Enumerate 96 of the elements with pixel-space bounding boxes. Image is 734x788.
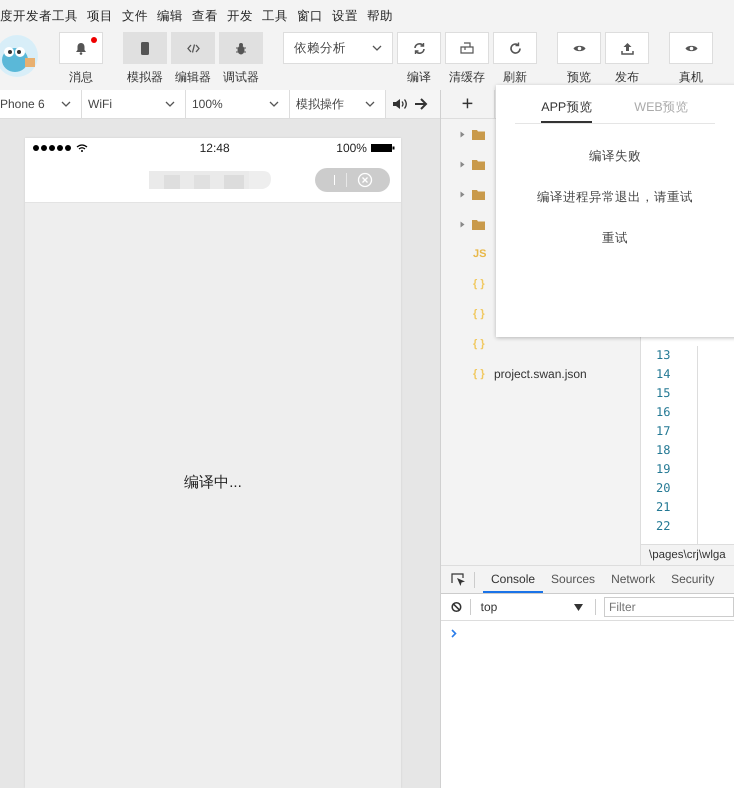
filter-field[interactable]: Filter [604,597,734,617]
preview-tab[interactable]: APP预览 [541,95,592,123]
expand-arrow-icon[interactable] [460,130,465,138]
line-number: 17 [656,423,672,440]
menu-item[interactable]: 项目 [87,8,113,24]
toolbar-button[interactable] [219,32,263,64]
file-path: \pages\crj\wlga [641,544,734,565]
toolbar-label: 消息 [69,69,93,86]
select-dropdown[interactable]: Phone 6 [0,90,82,118]
menu-item[interactable]: 文件 [122,8,148,24]
prompt-icon [451,629,457,638]
file-name[interactable]: project.swan.json [494,367,587,381]
devtools-tab[interactable]: Network [603,566,664,593]
menu-item[interactable]: 开发 [227,8,253,24]
expand-arrow-icon[interactable] [460,160,465,168]
status-time: 12:48 [200,141,230,155]
volume-icon[interactable] [392,98,408,110]
line-number: 22 [656,518,672,535]
toolbar-label: 预览 [567,69,591,86]
bug-icon [235,42,247,54]
phone-icon [141,42,149,54]
folder-icon [472,218,485,230]
line-number: 15 [656,385,672,402]
line-number: 21 [656,499,672,516]
menu-item[interactable]: 查看 [192,8,218,24]
bell-icon [75,42,87,54]
line-number: 13 [656,347,672,364]
line-number: 20 [656,480,672,497]
retry-link[interactable]: 重试 [602,230,628,247]
close-icon [356,172,372,188]
file-type-icon: { } [473,338,487,350]
menu-item[interactable]: 窗口 [297,8,323,24]
menu-item[interactable]: 编辑 [157,8,183,24]
toolbar-label: 真机 [679,69,703,86]
clear-console-icon[interactable] [451,600,462,614]
file-type-icon: { } [473,278,487,290]
code-icon [186,44,200,52]
toolbar-label: 编辑器 [175,69,211,86]
toolbar-label: 发布 [615,69,639,86]
menu-item[interactable]: 帮助 [367,8,393,24]
devtools-tab[interactable]: Security [663,566,722,593]
select-dropdown[interactable]: WiFi [82,90,186,118]
file-type-icon: { } [473,368,487,380]
toolbar-label: 编译 [407,69,431,86]
refresh-icon [412,42,426,54]
menu-item[interactable]: 工具 [262,8,288,24]
menu-item[interactable]: 设置 [332,8,358,24]
context-select[interactable]: top [478,600,588,614]
error-message: 编译进程异常退出，请重试 [537,189,693,206]
folder-icon [472,158,485,170]
expand-arrow-icon[interactable] [460,190,465,198]
toolbar-button[interactable] [397,32,441,64]
select-dropdown[interactable]: 100% [186,90,290,118]
line-number: 18 [656,442,672,459]
file-type-icon: JS [473,248,487,260]
folder-icon [472,188,485,200]
line-number: 19 [656,461,672,478]
eye-icon [684,44,698,52]
line-number: 14 [656,366,672,383]
caret-icon [574,604,584,610]
toolbar-button[interactable] [493,32,537,64]
toolbar-label: 刷新 [503,69,527,86]
toolbar-button[interactable] [669,32,713,64]
toolbar-button[interactable] [605,32,649,64]
more-icon [332,175,336,185]
caret-icon [365,101,375,107]
battery-percent: 100% [336,141,367,155]
devtools-tab[interactable]: Console [483,566,544,593]
toolbar-button[interactable] [445,32,489,64]
caret-icon [372,45,382,51]
eye-icon [572,44,586,52]
compiling-text: 编译中... [184,473,242,493]
toolbar-label: 模拟器 [127,69,163,86]
dependency-dropdown[interactable]: 依赖分析 [283,32,393,64]
toolbar-label: 调试器 [223,69,259,86]
caret-icon [269,101,279,107]
expand-arrow-icon[interactable] [460,220,465,228]
arrow-right-icon[interactable] [414,98,428,110]
select-dropdown[interactable]: 模拟操作 [290,90,386,118]
inspect-icon[interactable] [451,572,466,586]
devtools-tab[interactable]: Sources [543,566,604,593]
toolbar-label: 清缓存 [449,69,485,86]
caret-icon [61,101,71,107]
line-number: 16 [656,404,672,421]
caret-icon [165,101,175,107]
error-title: 编译失败 [589,148,641,165]
eraser-icon [460,42,474,54]
upload-icon [620,42,634,54]
file-type-icon: { } [473,308,487,320]
toolbar-button[interactable] [59,32,103,64]
battery-icon [370,143,395,153]
folder-icon [472,128,485,140]
toolbar-button[interactable] [557,32,601,64]
reload-icon [508,42,522,54]
menu-item[interactable]: 度开发者工具 [0,8,78,24]
toolbar-button[interactable] [123,32,167,64]
